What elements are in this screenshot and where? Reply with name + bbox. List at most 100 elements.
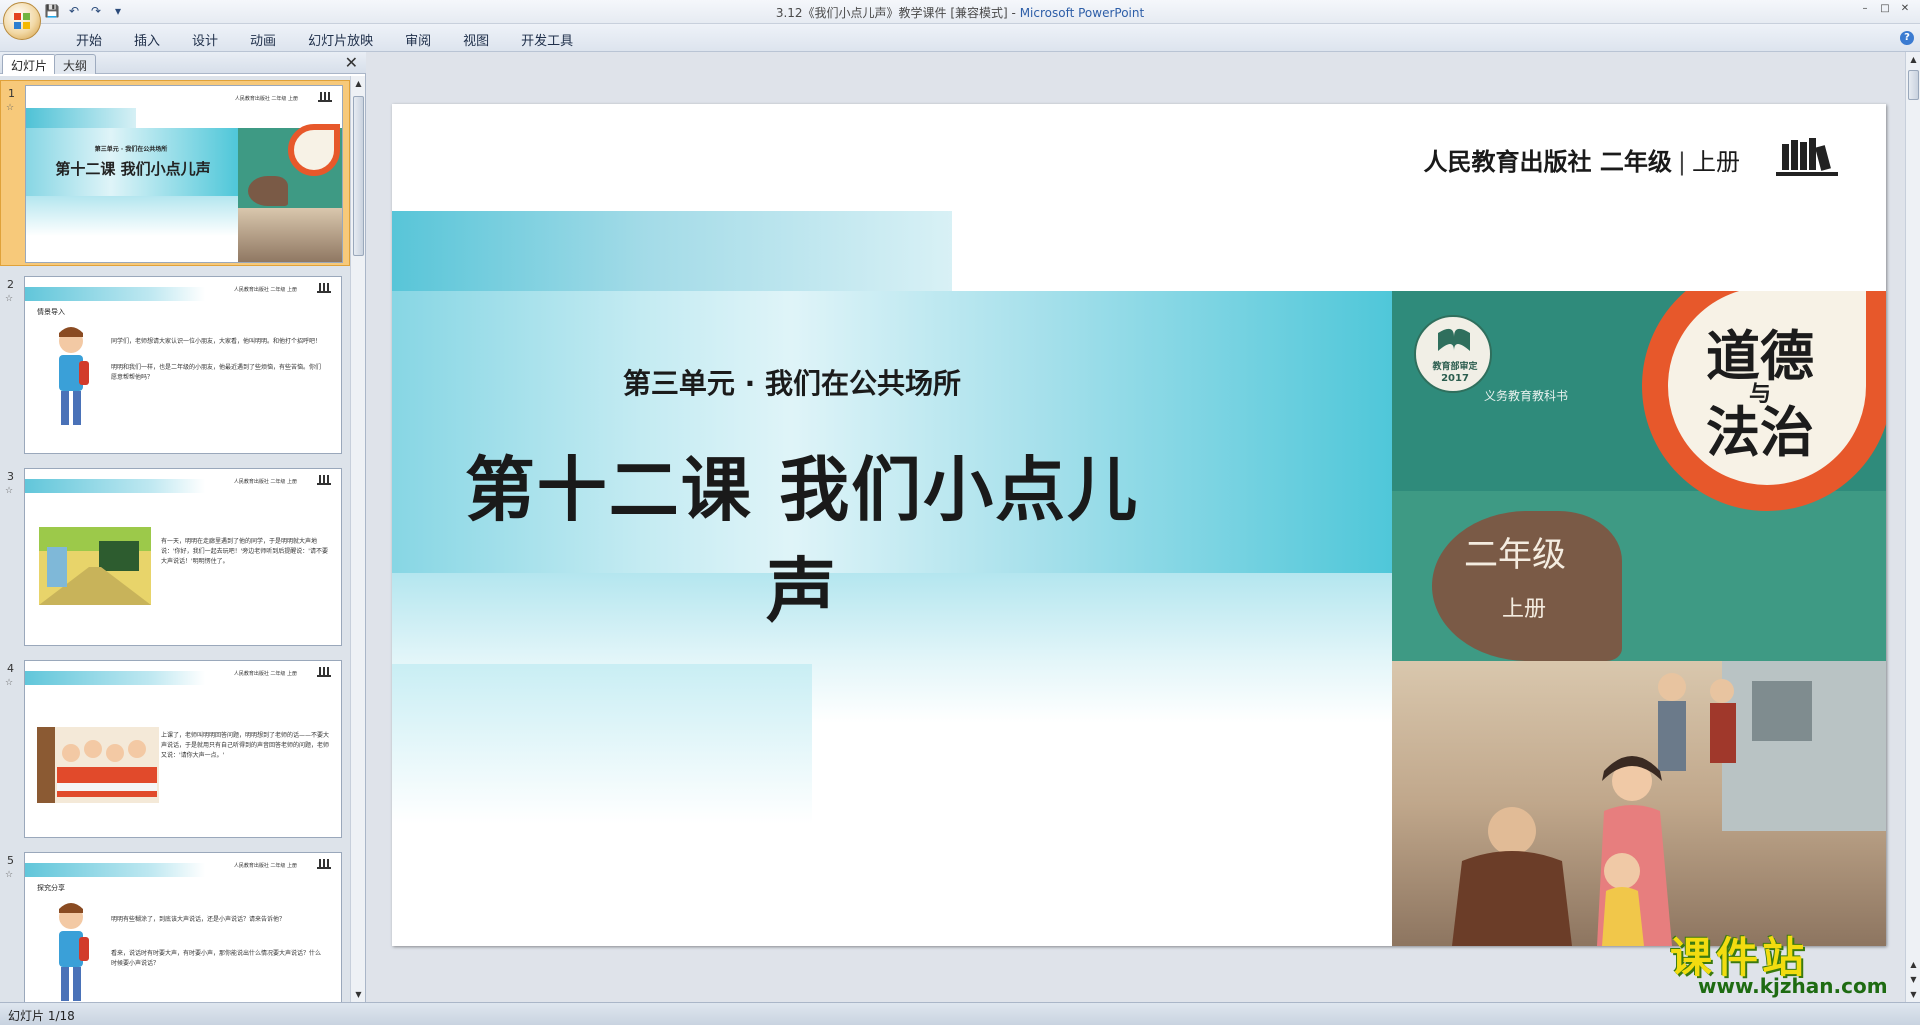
tab-slideshow[interactable]: 幻灯片放映 bbox=[292, 30, 389, 49]
lesson-title[interactable]: 第十二课 我们小点儿声 bbox=[452, 434, 1152, 636]
slide-number: 3 bbox=[7, 470, 14, 483]
slide-thumbnail-3[interactable]: 3 ☆ 人民教育出版社 二年级 上册 有一天，明明在走廊里遇到了他的同学，于是明… bbox=[0, 464, 350, 650]
thumb-header: 人民教育出版社 二年级 上册 bbox=[234, 96, 298, 102]
tab-design[interactable]: 设计 bbox=[176, 30, 234, 49]
slide-thumbnail-2[interactable]: 2 ☆ 人民教育出版社 二年级 上册 情景导入 同学们，老师想请大家认识一位小朋… bbox=[0, 272, 350, 458]
books-icon bbox=[317, 283, 331, 293]
thumb-unit-title: 第三单元 · 我们在公共场所 bbox=[94, 146, 168, 153]
tab-view[interactable]: 视图 bbox=[447, 30, 505, 49]
thumb-paragraph: 看来，说话时有时要大声，有时要小声，那你能说出什么情况要大声说话？什么时候要小声… bbox=[111, 950, 322, 967]
thumb-bar bbox=[25, 287, 205, 301]
animation-star-icon: ☆ bbox=[5, 678, 14, 688]
cover-grade: 二年级 bbox=[1464, 535, 1566, 575]
scroll-up-icon[interactable]: ▲ bbox=[1906, 52, 1920, 67]
thumb-header: 人民教育出版社 二年级 上册 bbox=[233, 287, 297, 293]
help-icon[interactable]: ? bbox=[1900, 31, 1914, 45]
scroll-down-icon[interactable]: ▼ bbox=[351, 987, 366, 1002]
tab-outline[interactable]: 大纲 bbox=[54, 54, 97, 74]
slide-thumbnail-1[interactable]: 1 ☆ 人民教育出版社 二年级 上册 第三单元 · 我们在公共场所 第十二课 我… bbox=[0, 80, 350, 266]
tab-animations[interactable]: 动画 bbox=[234, 30, 292, 49]
slide-number: 1 bbox=[8, 87, 15, 100]
thumb-header: 人民教育出版社 二年级 上册 bbox=[233, 671, 297, 677]
minimize-icon[interactable]: – bbox=[1856, 2, 1874, 16]
app-name: Microsoft PowerPoint bbox=[1019, 6, 1145, 20]
thumb-paragraph: 有一天，明明在走廊里遇到了他的同学，于是明明就大声地说：'你好，我们一起去玩吧！… bbox=[161, 538, 328, 565]
title-bar: 💾 ↶ ↷ ▾ 3.12《我们小点儿声》教学课件 [兼容模式] - Micros… bbox=[0, 0, 1920, 24]
slide-number: 2 bbox=[7, 278, 14, 291]
boy-illustration bbox=[59, 327, 89, 425]
tab-insert[interactable]: 插入 bbox=[118, 30, 176, 49]
slide-number: 5 bbox=[7, 854, 14, 867]
cover-series: 义务教育教科书 bbox=[1484, 389, 1569, 403]
thumb-paragraph: 同学们，老师想请大家认识一位小朋友，大家看，他叫明明。和他打个招呼吧！ bbox=[111, 338, 322, 345]
thumb-paragraph: 明明有些糊涂了，到底该大声说话，还是小声说话？请来告诉他？ bbox=[111, 916, 286, 923]
ribbon-tabs: 开始 插入 设计 动画 幻灯片放映 审阅 视图 开发工具 bbox=[60, 30, 589, 49]
thumb-band-bottom bbox=[26, 196, 238, 236]
books-icon bbox=[317, 667, 331, 677]
thumb-band-top bbox=[26, 108, 136, 128]
thumb-bar bbox=[25, 671, 205, 685]
hallway-illustration bbox=[39, 527, 151, 605]
publisher-volume: 上册 bbox=[1692, 148, 1740, 176]
slide-editor: 人民教育出版社 二年级 | 上册 第三单元 · 我们在公共场所 第十二课 我们小点儿… bbox=[367, 52, 1905, 1002]
slide-number: 4 bbox=[7, 662, 14, 675]
tab-developer[interactable]: 开发工具 bbox=[505, 30, 589, 49]
thumb-header: 人民教育出版社 二年级 上册 bbox=[233, 479, 297, 485]
watermark-url: www.kjzhan.com bbox=[1698, 974, 1888, 998]
thumb-header: 人民教育出版社 二年级 上册 bbox=[233, 863, 297, 869]
classroom-illustration bbox=[37, 727, 159, 803]
editor-scrollbar[interactable]: ▲ ▲ ▼ ▼ bbox=[1905, 52, 1920, 1002]
thumbnail-list: 1 ☆ 人民教育出版社 二年级 上册 第三单元 · 我们在公共场所 第十二课 我… bbox=[0, 76, 350, 1002]
books-icon bbox=[318, 92, 332, 102]
slide-thumbnail-4[interactable]: 4 ☆ 人民教育出版社 二年级 上册 上课了，老师叫明明回答问题，明明想到了老师… bbox=[0, 656, 350, 842]
thumb-section-title: 情景导入 bbox=[37, 308, 65, 316]
next-slide-icon[interactable]: ▼ bbox=[1906, 972, 1920, 987]
close-panel-icon[interactable]: ✕ bbox=[345, 53, 358, 72]
cover-title-line2: 法治 bbox=[1706, 400, 1814, 464]
slide-thumbnail-5[interactable]: 5 ☆ 人民教育出版社 二年级 上册 探究分享 明明有些糊涂了，到底该大声说话，… bbox=[0, 848, 350, 1002]
scroll-up-icon[interactable]: ▲ bbox=[351, 76, 366, 91]
publisher-separator: | bbox=[1677, 148, 1686, 176]
textbook-cover[interactable]: 道德 与 法治 教育部审定 2017 义务教育教科书 二年级 上册 bbox=[1392, 291, 1886, 946]
close-icon[interactable]: ✕ bbox=[1896, 2, 1914, 16]
panel-scrollbar[interactable]: ▲ ▼ bbox=[350, 76, 365, 1002]
thumbnail-image: 人民教育出版社 二年级 上册 上课了，老师叫明明回答问题，明明想到了老师的话——… bbox=[24, 660, 342, 838]
scroll-thumb[interactable] bbox=[353, 96, 364, 256]
decor-band-top bbox=[392, 211, 952, 291]
cover-title: 道德 与 法治 bbox=[1680, 327, 1840, 461]
window-controls: – □ ✕ bbox=[1856, 2, 1914, 16]
books-icon bbox=[317, 859, 331, 869]
animation-star-icon: ☆ bbox=[6, 103, 15, 113]
status-bar: 幻灯片 1/18 bbox=[0, 1002, 1920, 1025]
current-slide[interactable]: 人民教育出版社 二年级 | 上册 第三单元 · 我们在公共场所 第十二课 我们小点儿… bbox=[392, 104, 1886, 946]
decor-band-bottom-left bbox=[392, 664, 812, 824]
previous-slide-icon[interactable]: ▲ bbox=[1906, 957, 1920, 972]
cover-title-line1: 道德 bbox=[1706, 324, 1814, 388]
tab-review[interactable]: 审阅 bbox=[389, 30, 447, 49]
books-icon bbox=[1776, 138, 1838, 176]
books-icon bbox=[317, 475, 331, 485]
approval-seal: 教育部审定 2017 bbox=[1414, 315, 1492, 393]
tab-slides[interactable]: 幻灯片 bbox=[2, 54, 57, 74]
office-logo-icon bbox=[14, 13, 30, 29]
thumbnail-image: 人民教育出版社 二年级 上册 第三单元 · 我们在公共场所 第十二课 我们小点儿… bbox=[25, 85, 343, 263]
thumbnail-image: 人民教育出版社 二年级 上册 有一天，明明在走廊里遇到了他的同学，于是明明就大声… bbox=[24, 468, 342, 646]
thumb-paragraph: 明明和我们一样，也是二年级的小朋友，他最近遇到了些烦恼，有些苦恼。你们愿意帮帮他… bbox=[111, 364, 322, 381]
thumb-cover bbox=[238, 124, 342, 262]
tab-home[interactable]: 开始 bbox=[60, 30, 118, 49]
office-button[interactable] bbox=[3, 2, 41, 40]
unit-title[interactable]: 第三单元 · 我们在公共场所 bbox=[592, 362, 992, 402]
thumbnail-image: 人民教育出版社 二年级 上册 情景导入 同学们，老师想请大家认识一位小朋友，大家… bbox=[24, 276, 342, 454]
scroll-thumb[interactable] bbox=[1908, 70, 1919, 100]
cover-illustration bbox=[1392, 661, 1886, 946]
publisher-label: 人民教育出版社 二年级 | 上册 bbox=[1424, 142, 1740, 177]
panel-tabs: 幻灯片 大纲 ✕ bbox=[0, 52, 366, 74]
window-title: 3.12《我们小点儿声》教学课件 [兼容模式] - Microsoft Powe… bbox=[0, 4, 1920, 21]
scroll-down-icon[interactable]: ▼ bbox=[1906, 987, 1920, 1002]
animation-star-icon: ☆ bbox=[5, 294, 14, 304]
ribbon: 开始 插入 设计 动画 幻灯片放映 审阅 视图 开发工具 ? bbox=[0, 24, 1920, 52]
thumb-bar bbox=[25, 479, 205, 493]
thumb-lesson-title: 第十二课 我们小点儿声 bbox=[55, 160, 211, 178]
maximize-icon[interactable]: □ bbox=[1876, 2, 1894, 16]
seal-year: 2017 bbox=[1441, 373, 1469, 384]
